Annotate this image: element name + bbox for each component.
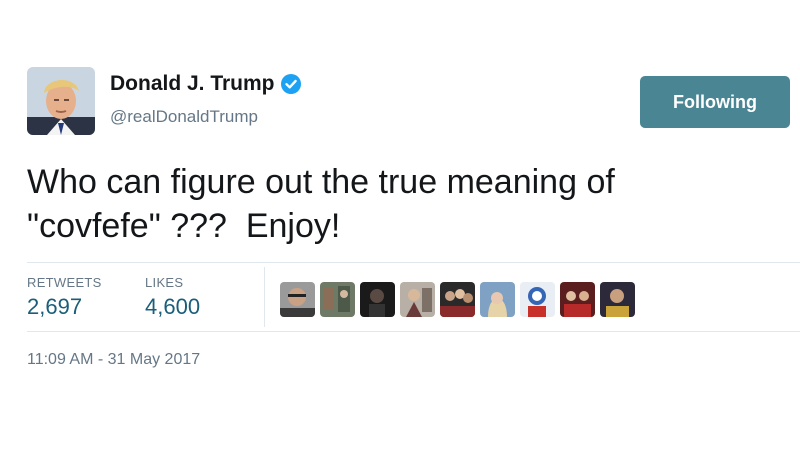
tweet-timestamp[interactable]: 11:09 AM - 31 May 2017 [27, 351, 200, 369]
author-display-name[interactable]: Donald J. Trump [110, 72, 275, 96]
avatar-photo [27, 67, 95, 135]
liker-avatar[interactable] [600, 282, 635, 317]
author-avatar[interactable] [27, 67, 95, 135]
liker-avatar[interactable] [320, 282, 355, 317]
liker-avatar[interactable] [560, 282, 595, 317]
stats-bottom-divider [27, 331, 800, 332]
likes-stat[interactable]: LIKES 4,600 [145, 275, 200, 320]
liker-avatar[interactable] [520, 282, 555, 317]
tweet-text: Who can figure out the true meaning of "… [27, 163, 615, 245]
likes-label: LIKES [145, 275, 184, 290]
liker-avatar[interactable] [440, 282, 475, 317]
tweet-card: Donald J. Trump @realDonaldTrump Followi… [0, 0, 800, 450]
author-name-row: Donald J. Trump [110, 72, 301, 96]
retweets-stat[interactable]: RETWEETS 2,697 [27, 275, 102, 320]
liker-avatars [280, 282, 635, 317]
liker-avatar[interactable] [480, 282, 515, 317]
stats-top-divider [27, 262, 800, 263]
liker-avatar[interactable] [400, 282, 435, 317]
stats-separator [264, 267, 265, 327]
author-handle[interactable]: @realDonaldTrump [110, 107, 258, 127]
liker-avatar[interactable] [280, 282, 315, 317]
likes-count: 4,600 [145, 294, 201, 319]
retweets-label: RETWEETS [27, 275, 102, 290]
retweets-count: 2,697 [27, 294, 83, 319]
following-button[interactable]: Following [640, 76, 790, 128]
verified-badge-icon [280, 74, 301, 94]
liker-avatar[interactable] [360, 282, 395, 317]
